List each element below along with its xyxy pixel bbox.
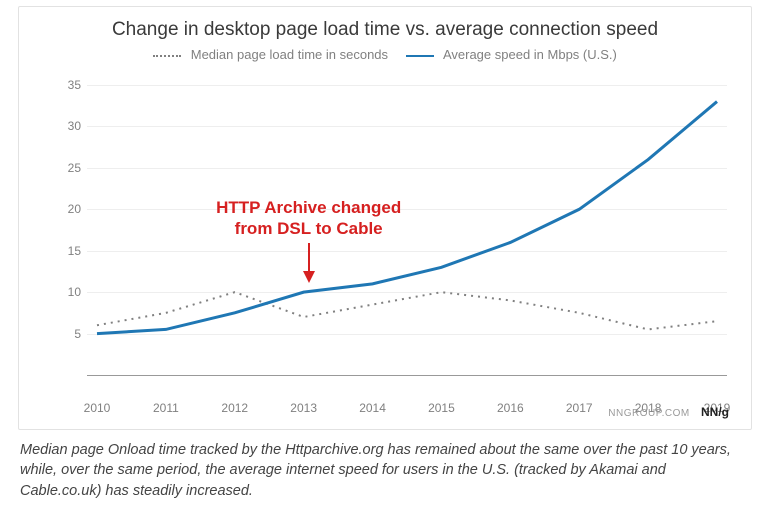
y-tick-label: 25 [68,161,87,175]
legend-item-median-load-time: Median page load time in seconds [153,47,388,62]
x-tick-label: 2013 [290,401,317,415]
y-tick-label: 30 [68,119,87,133]
x-axis-line [87,375,727,376]
annotation-text-line2: from DSL to Cable [209,219,409,239]
x-tick-label: 2015 [428,401,455,415]
y-tick-label: 15 [68,244,87,258]
y-tick-label: 10 [68,285,87,299]
plot-area: HTTP Archive changed from DSL to Cable 2… [87,85,727,375]
chart-card: Change in desktop page load time vs. ave… [18,6,752,430]
annotation-dsl-to-cable: HTTP Archive changed from DSL to Cable [209,198,409,283]
x-tick-label: 2011 [153,401,179,415]
annotation-text-line1: HTTP Archive changed [209,198,409,218]
legend-label: Average speed in Mbps (U.S.) [443,47,617,62]
credit-line: NNGROUP.COM NN/g [608,405,729,419]
legend-item-avg-speed: Average speed in Mbps (U.S.) [406,47,617,62]
page: Change in desktop page load time vs. ave… [0,0,770,520]
dotted-swatch-icon [153,55,181,57]
x-tick-label: 2012 [221,401,248,415]
solid-swatch-icon [406,55,434,57]
legend: Median page load time in seconds Average… [19,47,751,62]
x-tick-label: 2016 [497,401,524,415]
y-tick-label: 20 [68,202,87,216]
credit-brand: NN/g [701,405,729,419]
legend-label: Median page load time in seconds [191,47,388,62]
chart-title: Change in desktop page load time vs. ave… [19,19,751,41]
figure-caption: Median page Onload time tracked by the H… [20,440,740,501]
x-tick-label: 2014 [359,401,386,415]
y-tick-label: 5 [74,327,87,341]
credit-site: NNGROUP.COM [608,408,689,419]
y-tick-label: 35 [68,78,87,92]
arrow-down-icon [299,241,319,283]
x-tick-label: 2010 [84,401,111,415]
x-tick-label: 2017 [566,401,593,415]
